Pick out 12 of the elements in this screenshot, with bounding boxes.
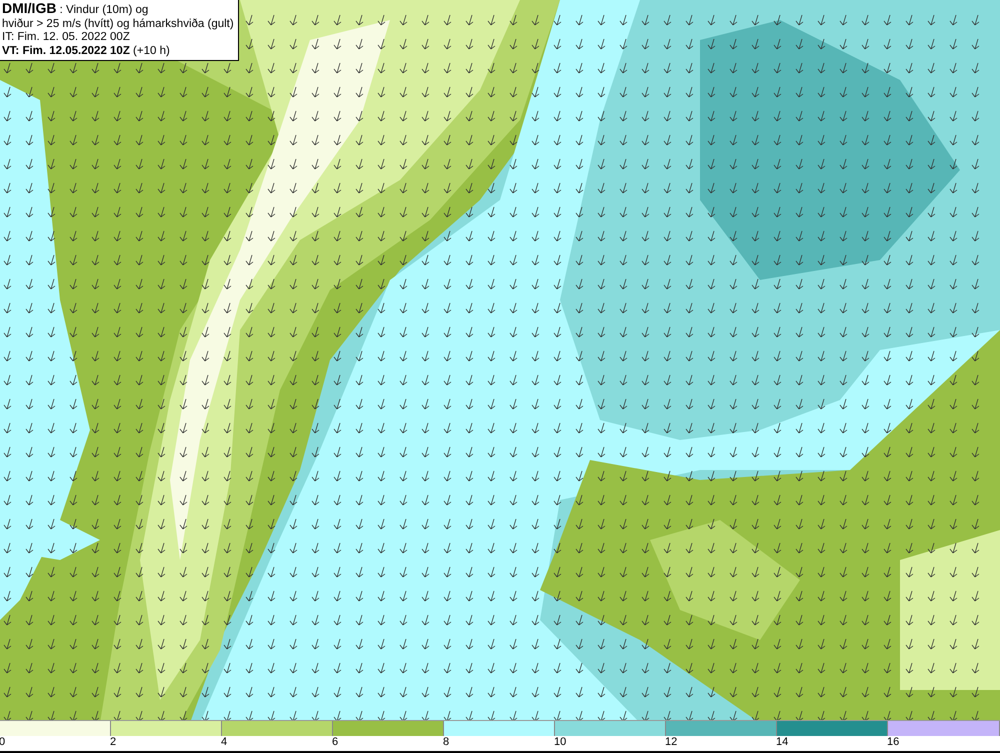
legend-label: 16 — [887, 736, 900, 750]
legend-label: 6 — [332, 736, 338, 750]
info-line: DMI/IGB : Vindur (10m) og — [2, 2, 150, 18]
legend-label: 2 — [110, 736, 116, 750]
info-line: VT: Fim. 12.05.2022 10Z (+10 h) — [2, 44, 171, 58]
legend-label: 10 — [554, 736, 566, 750]
info-line: IT: Fim. 12. 05. 2022 00Z — [2, 31, 131, 44]
legend-label: 12 — [665, 736, 678, 750]
legend-label: 14 — [776, 736, 788, 750]
info-line: hviður > 25 m/s (hvítt) og hámarkshviða (gult) — [2, 18, 234, 31]
legend-label: 4 — [221, 736, 228, 750]
legend-label: 8 — [443, 736, 450, 750]
